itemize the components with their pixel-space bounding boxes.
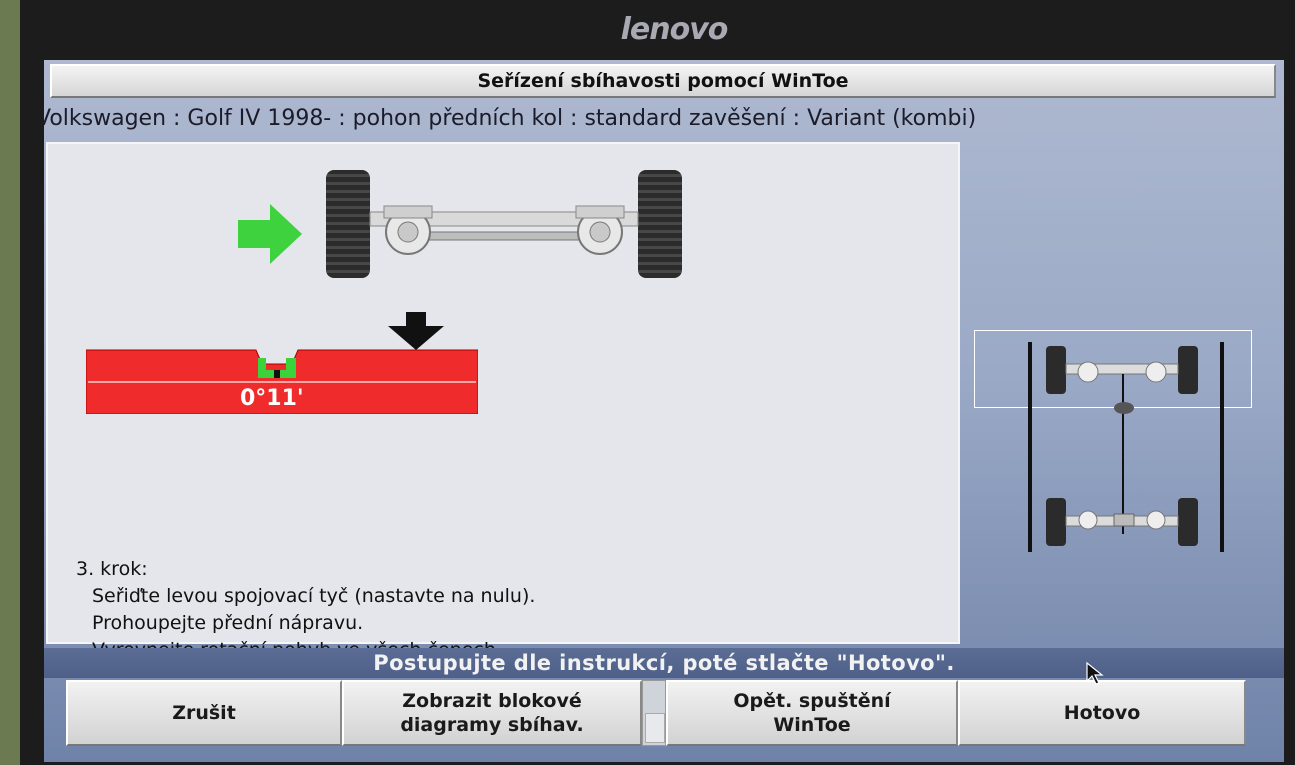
vehicle-description: Volkswagen : Golf IV 1998- : pohon předn… (44, 106, 977, 131)
cancel-button[interactable]: Zrušit (66, 680, 342, 746)
step-label: 3. krok: (76, 558, 148, 580)
show-diagrams-button[interactable]: Zobrazit blokové diagramy sbíhav. (342, 680, 642, 746)
instruction-line: Prohoupejte přední nápravu. (92, 612, 364, 634)
toe-reading: 0°11' (240, 386, 304, 411)
instruction-line: Seřiďte levou spojovací tyč (nastavte na… (92, 585, 536, 607)
scrollbar-thumb[interactable] (645, 713, 665, 743)
background-wall (0, 0, 20, 765)
scrollbar[interactable] (642, 680, 666, 746)
window-title: Seřízení sbíhavosti pomocí WinToe (50, 64, 1276, 98)
restart-wintoe-button[interactable]: Opět. spuštění WinToe (666, 680, 958, 746)
cursor-icon (1086, 662, 1104, 685)
monitor-logo: lenovo (620, 12, 729, 47)
button-row: Zrušit Zobrazit blokové diagramy sbíhav.… (66, 680, 1266, 750)
app-screen: Seřízení sbíhavosti pomocí WinToe Volksw… (44, 60, 1284, 762)
green-arrow-icon (238, 204, 302, 264)
front-axle-diagram (326, 170, 682, 278)
done-button[interactable]: Hotovo (958, 680, 1246, 746)
vehicle-overview-diagram (1028, 342, 1224, 552)
instruction-panel: 0°11' 3. krok: Seřiďte levou spojovací t… (46, 142, 960, 661)
